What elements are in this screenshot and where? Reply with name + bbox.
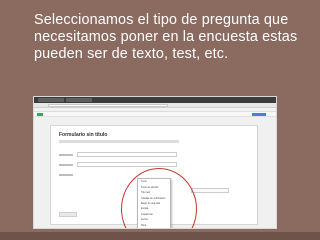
form-card: Formulario sin título Texto Texto de pár… bbox=[50, 125, 258, 228]
slide-heading: Seleccionamos el tipo de pregunta que ne… bbox=[34, 12, 298, 62]
add-item-button bbox=[59, 212, 77, 217]
bottom-band bbox=[0, 232, 320, 240]
question-title-label bbox=[59, 154, 73, 156]
browser-tab bbox=[38, 98, 64, 102]
help-text-input bbox=[77, 162, 177, 167]
form-editor-screenshot: Formulario sin título Texto Texto de pár… bbox=[33, 96, 277, 229]
url-field bbox=[48, 104, 168, 107]
highlight-circle bbox=[121, 168, 197, 228]
form-description bbox=[59, 140, 179, 143]
send-form-button bbox=[252, 113, 266, 116]
help-text-label bbox=[59, 164, 73, 166]
question-type-label bbox=[59, 174, 73, 176]
browser-tab bbox=[66, 98, 92, 102]
form-title: Formulario sin título bbox=[59, 132, 108, 138]
question-title-input bbox=[77, 152, 177, 157]
form-area: Formulario sin título Texto Texto de pár… bbox=[34, 117, 276, 228]
page-navigation-select bbox=[191, 188, 229, 193]
forms-logo bbox=[37, 113, 43, 116]
